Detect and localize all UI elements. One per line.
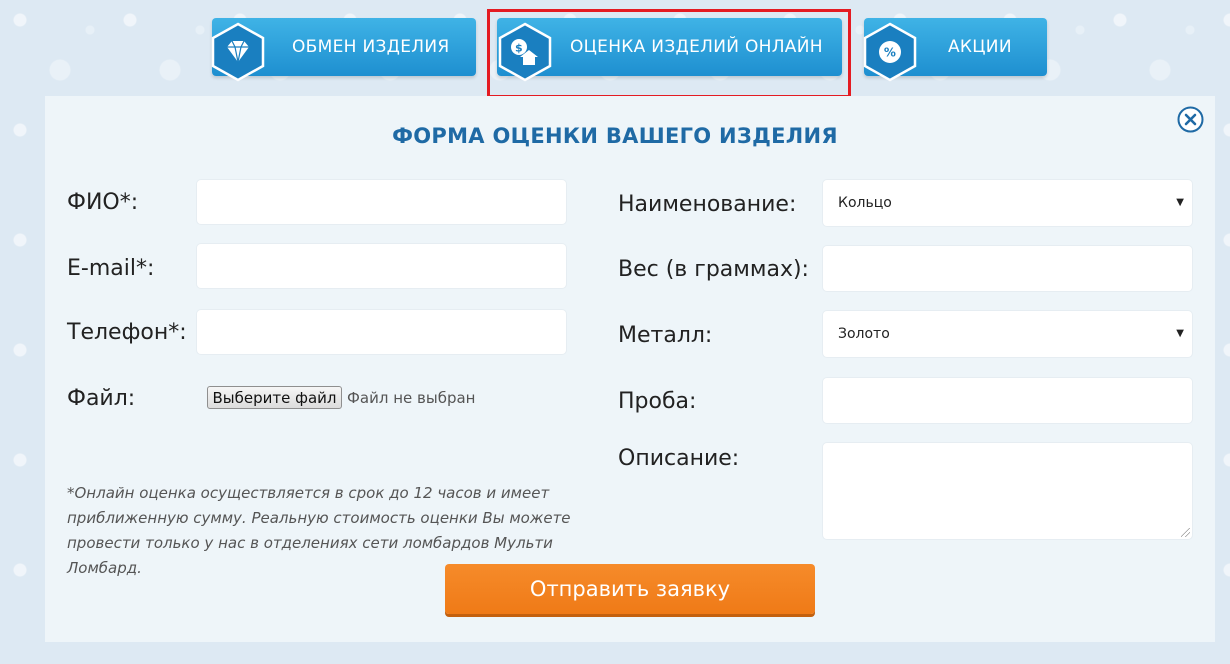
dropdown-arrow-icon: ▼ (1176, 327, 1184, 339)
item-name-label: Наименование: (618, 192, 797, 217)
dropdown-arrow-icon: ▼ (1176, 196, 1184, 208)
money-house-icon: $ (498, 22, 552, 82)
phone-label: Телефон*: (67, 320, 187, 345)
nav-exchange-button[interactable]: ОБМЕН ИЗДЕЛИЯ (211, 18, 476, 82)
diamond-icon (211, 22, 265, 82)
resize-grip-icon[interactable] (1181, 528, 1190, 537)
description-textarea[interactable] (823, 443, 1192, 539)
phone-field[interactable] (197, 310, 566, 354)
description-wrapper (823, 443, 1192, 539)
metal-selected: Золото (838, 326, 890, 342)
svg-text:$: $ (515, 42, 523, 55)
nav-promotions-button[interactable]: % АКЦИИ (863, 18, 1047, 82)
file-status-text: Файл не выбран (347, 389, 476, 407)
weight-field[interactable] (823, 246, 1192, 291)
nav-online-appraisal-button[interactable]: $ ОЦЕНКА ИЗДЕЛИЙ ОНЛАЙН (497, 18, 842, 82)
fio-field[interactable] (197, 180, 566, 224)
nav-promotions-label: АКЦИИ (948, 37, 1012, 57)
email-field[interactable] (197, 244, 566, 288)
fio-label: ФИО*: (67, 190, 139, 215)
nav-exchange-label: ОБМЕН ИЗДЕЛИЯ (292, 37, 450, 57)
metal-select[interactable]: Золото ▼ (823, 311, 1192, 357)
percent-icon: % (863, 22, 917, 82)
form-title: ФОРМА ОЦЕНКИ ВАШЕГО ИЗДЕЛИЯ (392, 124, 838, 148)
description-label: Описание: (618, 446, 740, 471)
nav-online-appraisal-label: ОЦЕНКА ИЗДЕЛИЙ ОНЛАЙН (570, 37, 823, 57)
email-label: E-mail*: (67, 256, 155, 281)
file-label: Файл: (67, 386, 136, 411)
probe-field[interactable] (823, 378, 1192, 423)
choose-file-button[interactable]: Выберите файл (207, 386, 342, 409)
submit-button[interactable]: Отправить заявку (445, 564, 815, 614)
item-name-select[interactable]: Кольцо ▼ (823, 180, 1192, 226)
svg-text:%: % (884, 46, 896, 60)
item-name-selected: Кольцо (838, 195, 892, 211)
metal-label: Металл: (618, 323, 713, 348)
weight-label: Вес (в граммах): (618, 257, 809, 282)
probe-label: Проба: (618, 389, 697, 414)
